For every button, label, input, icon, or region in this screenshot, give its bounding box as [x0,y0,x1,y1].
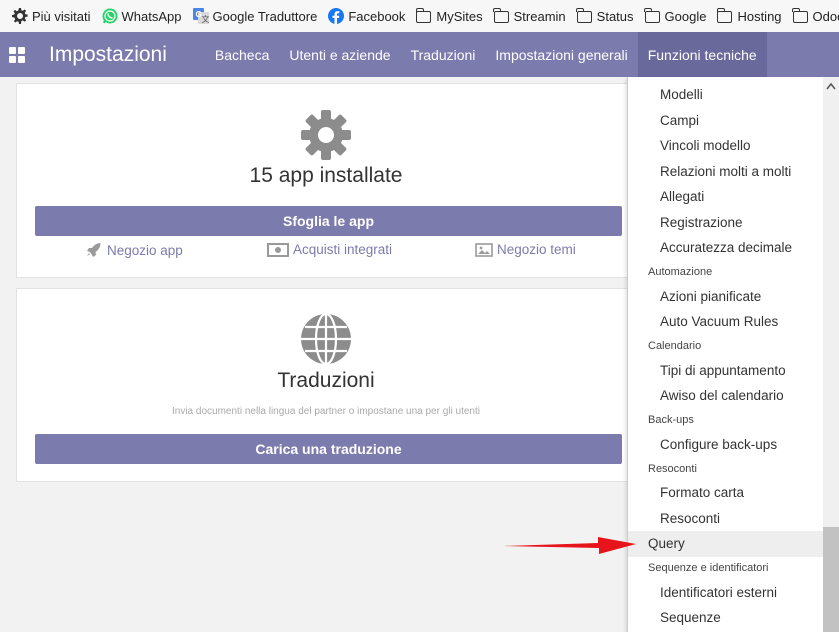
folder-icon [716,7,733,23]
technical-dropdown-menu: Modelli Campi Vincoli modello Relazioni … [627,77,823,632]
theme-store-label: Negozio temi [497,242,576,257]
bookmark-whatsapp[interactable]: WhatsApp [102,8,182,24]
dropdown-item-campi[interactable]: Campi [660,113,699,128]
menu-funzioni-tecniche[interactable]: Funzioni tecniche [637,32,767,77]
dropdown-header-sequenze: Sequenze e identificatori [648,562,769,574]
bookmark-folder-streamin[interactable]: Streamin [493,7,566,24]
google-translate-icon: G文 [192,8,209,24]
folder-icon [644,7,660,23]
dropdown-item-identificatori-esterni[interactable]: Identificatori esterni [660,585,777,600]
money-icon [267,242,289,257]
bookmark-folder-odoo[interactable]: Odoo [792,7,839,24]
bookmark-label: MySites [436,8,483,24]
dropdown-item-configure-backups[interactable]: Configure back-ups [660,437,777,452]
menu-bacheca[interactable]: Bacheca [205,32,279,77]
top-menu: Bacheca Utenti e aziende Traduzioni Impo… [205,32,767,77]
theme-store-link[interactable]: Negozio temi [475,242,576,257]
dropdown-item-avviso-calendario[interactable]: Awiso del calendario [660,388,784,403]
bookmark-label: Hosting [737,8,782,24]
red-arrow-annotation-icon [503,537,636,554]
whatsapp-icon [102,8,118,24]
dropdown-header-automazione: Automazione [648,266,713,278]
bookmark-label: Status [596,8,634,24]
dropdown-item-modelli[interactable]: Modelli [660,87,703,102]
dropdown-item-query[interactable]: Query [648,536,685,551]
dropdown-item-resoconti[interactable]: Resoconti [660,511,720,526]
dropdown-item-tipi-appuntamento[interactable]: Tipi di appuntamento [660,363,786,378]
facebook-icon [328,8,345,24]
dropdown-item-accuratezza[interactable]: Accuratezza decimale [660,240,792,255]
bookmark-folder-google[interactable]: Google [644,7,707,24]
bookmark-piu-visitati[interactable]: Più visitati [12,8,91,24]
dropdown-item-allegati[interactable]: Allegati [660,189,704,204]
folder-icon [415,7,432,23]
dropdown-item-relazioni[interactable]: Relazioni molti a molti [660,164,791,179]
dropdown-header-calendario: Calendario [648,340,702,352]
browse-apps-button[interactable]: Sfoglia le app [35,206,622,236]
in-app-purchases-label: Acquisti integrati [293,242,393,257]
scrollbar-thumb[interactable] [823,527,839,632]
dropdown-header-backups: Back-ups [648,414,694,426]
gear-icon [301,110,351,160]
app-store-link[interactable]: Negozio app [85,242,183,258]
bookmark-label: Odoo [812,8,839,24]
bookmark-folder-hosting[interactable]: Hosting [716,7,782,24]
bookmark-label: Google Traduttore [212,8,318,24]
apps-menu-icon[interactable] [9,46,25,63]
load-translation-button[interactable]: Carica una traduzione [35,434,622,464]
dropdown-item-azioni-pianificate[interactable]: Azioni pianificate [660,289,761,304]
bookmark-label: Streamin [513,8,566,24]
bookmarks-bar: Più visitati WhatsApp G文 Google Tradutto… [0,0,839,32]
gear-icon [12,8,28,24]
page-title: Impostazioni [49,42,167,66]
bookmark-facebook[interactable]: Facebook [328,8,405,24]
menu-impostazioni-generali[interactable]: Impostazioni generali [485,32,637,77]
menu-utenti-aziende[interactable]: Utenti e aziende [279,32,400,77]
folder-icon [576,7,592,23]
main-navbar: Impostazioni Bacheca Utenti e aziende Tr… [0,32,839,77]
bookmark-google-traduttore[interactable]: G文 Google Traduttore [192,8,318,24]
dropdown-item-sequenze[interactable]: Sequenze [660,610,721,625]
translations-card: Traduzioni Invia documenti nella lingua … [16,288,636,482]
dropdown-header-resoconti: Resoconti [648,463,697,475]
bookmark-label: Google [664,8,707,24]
folder-icon [493,7,509,23]
svg-text:文: 文 [201,14,209,24]
dropdown-item-vincoli-modello[interactable]: Vincoli modello [660,138,751,153]
bookmark-folder-mysites[interactable]: MySites [415,7,483,24]
scroll-up-arrow-icon[interactable] [826,82,836,90]
translations-subtitle: Invia documenti nella lingua del partner… [172,406,480,417]
bookmark-label: Facebook [348,8,406,24]
dropdown-item-registrazione[interactable]: Registrazione [660,215,743,230]
app-store-label: Negozio app [107,242,183,258]
translations-title: Traduzioni [277,369,375,392]
image-icon [475,242,493,257]
bookmark-label: WhatsApp [121,8,182,24]
rocket-icon [87,243,101,257]
dropdown-item-formato-carta[interactable]: Formato carta [660,485,744,500]
bookmark-label: Più visitati [32,8,91,24]
vertical-scrollbar[interactable] [823,77,839,632]
bookmark-folder-status[interactable]: Status [576,7,634,24]
in-app-purchases-link[interactable]: Acquisti integrati [267,242,392,257]
dropdown-item-auto-vacuum[interactable]: Auto Vacuum Rules [660,314,778,329]
folder-icon [792,7,808,23]
globe-icon [301,313,351,365]
installed-apps-title: 15 app installate [249,164,403,187]
apps-card: 15 app installate Sfoglia le app Negozio… [16,83,636,278]
menu-traduzioni[interactable]: Traduzioni [401,32,486,77]
